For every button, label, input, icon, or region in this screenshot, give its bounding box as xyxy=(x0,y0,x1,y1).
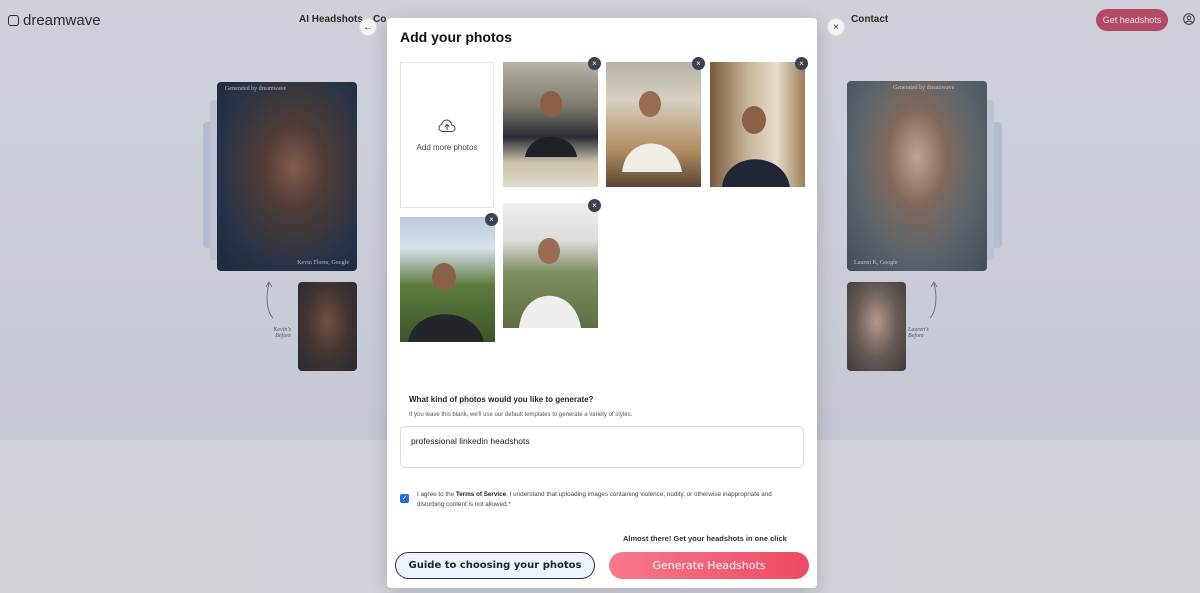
style-prompt-textarea[interactable]: professional linkedin headshots xyxy=(400,426,804,468)
uploaded-photo-1 xyxy=(503,62,598,187)
remove-photo-2-button[interactable]: × xyxy=(692,57,705,70)
uploaded-photo-2 xyxy=(606,62,701,187)
generate-headshots-button[interactable]: Generate Headshots xyxy=(609,552,809,579)
person-silhouette xyxy=(525,91,577,157)
terms-checkbox[interactable]: ✓ xyxy=(400,494,409,503)
remove-photo-1-button[interactable]: × xyxy=(588,57,601,70)
style-question: What kind of photos would you like to ge… xyxy=(409,395,594,404)
remove-photo-3-button[interactable]: × xyxy=(795,57,808,70)
uploaded-photo-3 xyxy=(710,62,805,187)
uploaded-photo-4 xyxy=(400,217,495,342)
remove-photo-4-button[interactable]: × xyxy=(485,213,498,226)
terms-of-service-link[interactable]: Terms of Service xyxy=(456,491,506,498)
modal-title: Add your photos xyxy=(400,29,512,45)
add-more-photos-label: Add more photos xyxy=(416,142,478,152)
almost-there-text: Almost there! Get your headshots in one … xyxy=(623,534,787,543)
person-silhouette xyxy=(519,238,581,328)
previous-arrow-icon[interactable]: ← xyxy=(359,18,377,36)
terms-text: I agree to the Terms of Service. I under… xyxy=(417,491,772,508)
style-question-help: If you leave this blank, we'll use our d… xyxy=(409,412,633,418)
close-icon[interactable]: × xyxy=(827,18,845,36)
remove-photo-5-button[interactable]: × xyxy=(588,199,601,212)
person-silhouette xyxy=(722,106,790,187)
person-silhouette xyxy=(408,263,484,342)
cloud-upload-icon xyxy=(438,118,456,132)
guide-to-choosing-photos-button[interactable]: Guide to choosing your photos xyxy=(395,552,595,579)
upload-photos-modal: Add your photos Add more photos × × × × … xyxy=(387,18,817,588)
add-more-photos-button[interactable]: Add more photos xyxy=(400,62,494,208)
uploaded-photo-5 xyxy=(503,203,598,328)
person-silhouette xyxy=(622,91,682,172)
